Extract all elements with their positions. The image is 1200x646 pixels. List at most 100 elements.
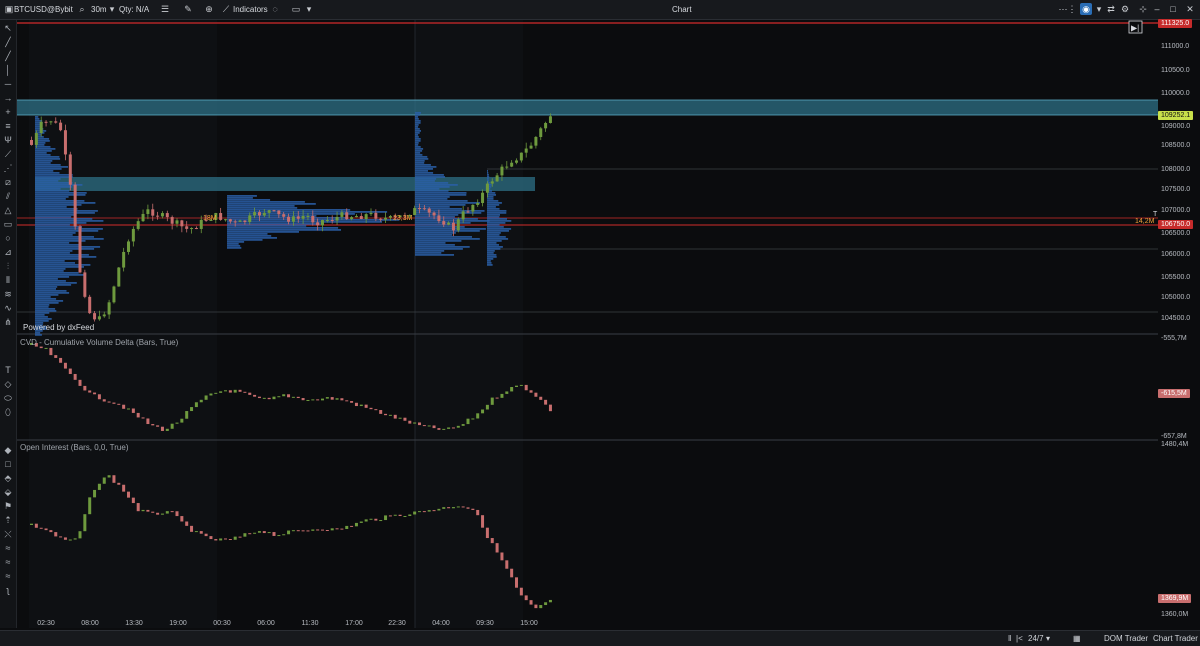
tag-icon[interactable]: ◇ bbox=[2, 378, 14, 390]
chevron-down-icon[interactable]: ▾ bbox=[1046, 633, 1050, 644]
volume-profile-bar bbox=[35, 202, 96, 204]
cvd-bar bbox=[214, 392, 218, 394]
channel-icon[interactable]: ⫽ bbox=[2, 190, 14, 202]
zig3-icon[interactable]: ≈ bbox=[2, 570, 14, 582]
symbol-selector[interactable]: BTCUSD@Bybit bbox=[14, 3, 73, 16]
trend-icon[interactable]: ⟋ bbox=[2, 148, 14, 160]
volume-profile-bar bbox=[35, 296, 51, 298]
cursor-icon[interactable]: ↖ bbox=[2, 22, 14, 34]
oi-bar bbox=[534, 604, 538, 609]
settings-icon[interactable]: ⚙ bbox=[1119, 3, 1131, 15]
volume-profile-bar bbox=[487, 178, 489, 180]
volume-profile-bar bbox=[415, 214, 459, 216]
sync-icon[interactable]: ⇄ bbox=[1105, 3, 1117, 15]
scroll-end-icon[interactable]: ‖ bbox=[1008, 633, 1011, 644]
oval-icon[interactable]: ⬯ bbox=[2, 406, 14, 418]
cvd-bar bbox=[117, 403, 121, 405]
regression-icon[interactable]: ⫶ bbox=[2, 260, 14, 272]
wave-icon[interactable]: ≋ bbox=[2, 288, 14, 300]
oi-bar bbox=[393, 514, 397, 516]
bars-icon[interactable]: ⦀ bbox=[2, 274, 14, 286]
square-icon[interactable]: □ bbox=[2, 458, 14, 470]
pin-icon[interactable]: ⊹ bbox=[1137, 3, 1149, 15]
indicators-icon[interactable]: ⟋ bbox=[220, 3, 232, 15]
arrow-icon[interactable]: → bbox=[2, 92, 14, 104]
flag-icon[interactable]: ⚑ bbox=[2, 500, 14, 512]
zigzag-icon[interactable]: ∿ bbox=[2, 302, 14, 314]
camera-icon[interactable]: ◉ bbox=[1080, 3, 1092, 15]
volume-profile-bar bbox=[227, 201, 305, 203]
chevron-down-icon[interactable]: ▾ bbox=[1093, 3, 1105, 15]
session-selector[interactable]: 24/7 bbox=[1028, 633, 1044, 644]
text-icon[interactable]: T bbox=[2, 364, 14, 376]
chevron-down-icon[interactable]: ▾ bbox=[106, 3, 118, 15]
scroll-start-icon[interactable]: |< bbox=[1016, 633, 1023, 644]
cvd-bar bbox=[59, 357, 63, 363]
signal-icon[interactable]: ⇡ bbox=[2, 514, 14, 526]
gann-icon[interactable]: ⊿ bbox=[2, 246, 14, 258]
price-candle bbox=[228, 219, 232, 222]
play-toggle-glyph[interactable]: ▶| bbox=[1131, 24, 1139, 33]
volume-profile-bar bbox=[35, 316, 48, 318]
oi-bar bbox=[364, 519, 368, 522]
chart-canvas[interactable]: 18M 23,3M Powered by dxFeed CVD - Cumula… bbox=[17, 20, 1158, 628]
grid-icon[interactable]: ⋮ bbox=[1066, 3, 1078, 15]
oi-bar bbox=[228, 539, 232, 541]
zig2-icon[interactable]: ≈ bbox=[2, 556, 14, 568]
oi-axis-top: 1480,4M bbox=[1161, 441, 1189, 448]
zoom-icon[interactable]: ⊕ bbox=[203, 3, 215, 15]
lines-icon[interactable]: ≡ bbox=[2, 120, 14, 132]
oi-bar bbox=[112, 475, 116, 483]
volume-profile-bar bbox=[415, 138, 421, 140]
ellipse-icon[interactable]: ⬭ bbox=[2, 392, 14, 404]
maximize-icon[interactable]: □ bbox=[1167, 3, 1179, 15]
zig-icon[interactable]: ≈ bbox=[2, 542, 14, 554]
triangle-icon[interactable]: △ bbox=[2, 204, 14, 216]
diamond-icon[interactable]: ◆ bbox=[2, 444, 14, 456]
horizontal-line-icon[interactable]: ─ bbox=[2, 78, 14, 90]
crosshair-icon[interactable]: + bbox=[2, 106, 14, 118]
cvd-bar bbox=[374, 409, 378, 411]
marker-up-icon[interactable]: ⬘ bbox=[2, 472, 14, 484]
volume-profile-bar bbox=[35, 238, 104, 240]
volume-profile-bar bbox=[415, 148, 424, 150]
rectangle-icon[interactable]: ▭ bbox=[2, 218, 14, 230]
volume-profile-bar bbox=[35, 304, 50, 306]
search-icon[interactable]: ⌕ bbox=[76, 3, 88, 15]
vertical-line-icon[interactable]: │ bbox=[2, 64, 14, 76]
price-candle bbox=[476, 202, 480, 205]
volume-profile-bar bbox=[487, 262, 492, 264]
ruler-icon[interactable]: ⧄ bbox=[2, 176, 14, 188]
timeframe-selector[interactable]: 30m bbox=[91, 3, 107, 16]
indicators-button[interactable]: Indicators bbox=[233, 3, 268, 16]
oi-bar bbox=[306, 530, 310, 532]
oi-bar bbox=[539, 605, 543, 609]
time-axis-label: 15:00 bbox=[520, 620, 538, 627]
fib-icon[interactable]: ⋰ bbox=[2, 162, 14, 174]
chart-trader-button[interactable]: Chart Trader bbox=[1153, 633, 1198, 644]
close-icon[interactable]: ✕ bbox=[1184, 3, 1196, 15]
chart-style-icon[interactable]: ☰ bbox=[159, 3, 171, 15]
volume-profile-bar bbox=[487, 204, 500, 206]
hook-icon[interactable]: ʅ bbox=[2, 584, 14, 596]
oi-bar bbox=[369, 518, 373, 520]
calendar-icon[interactable]: ▦ bbox=[1073, 633, 1081, 644]
price-candle bbox=[461, 211, 465, 220]
pencil-icon[interactable]: ✎ bbox=[182, 3, 194, 15]
volume-profile-bar bbox=[227, 231, 299, 233]
fork-icon[interactable]: Ψ bbox=[2, 134, 14, 146]
line-icon[interactable]: ╱ bbox=[2, 36, 14, 48]
circle-icon[interactable]: ○ bbox=[2, 232, 14, 244]
marker-icon[interactable]: ⬙ bbox=[2, 486, 14, 498]
layout-icon[interactable]: ▭ bbox=[290, 3, 302, 15]
chart-area[interactable]: 18M 23,3M Powered by dxFeed CVD - Cumula… bbox=[17, 20, 1158, 628]
oi-bar bbox=[335, 528, 339, 530]
volume-profile-bar bbox=[415, 246, 470, 248]
ray-icon[interactable]: ╱ bbox=[2, 50, 14, 62]
pitchfork-icon[interactable]: ⋔ bbox=[2, 316, 14, 328]
cross-lines-icon[interactable]: ⤬ bbox=[2, 528, 14, 540]
dom-trader-button[interactable]: DOM Trader bbox=[1104, 633, 1148, 644]
minimize-icon[interactable]: – bbox=[1151, 3, 1163, 15]
template-icon[interactable]: ◌ bbox=[269, 3, 281, 15]
chevron-down-icon[interactable]: ▾ bbox=[303, 3, 315, 15]
